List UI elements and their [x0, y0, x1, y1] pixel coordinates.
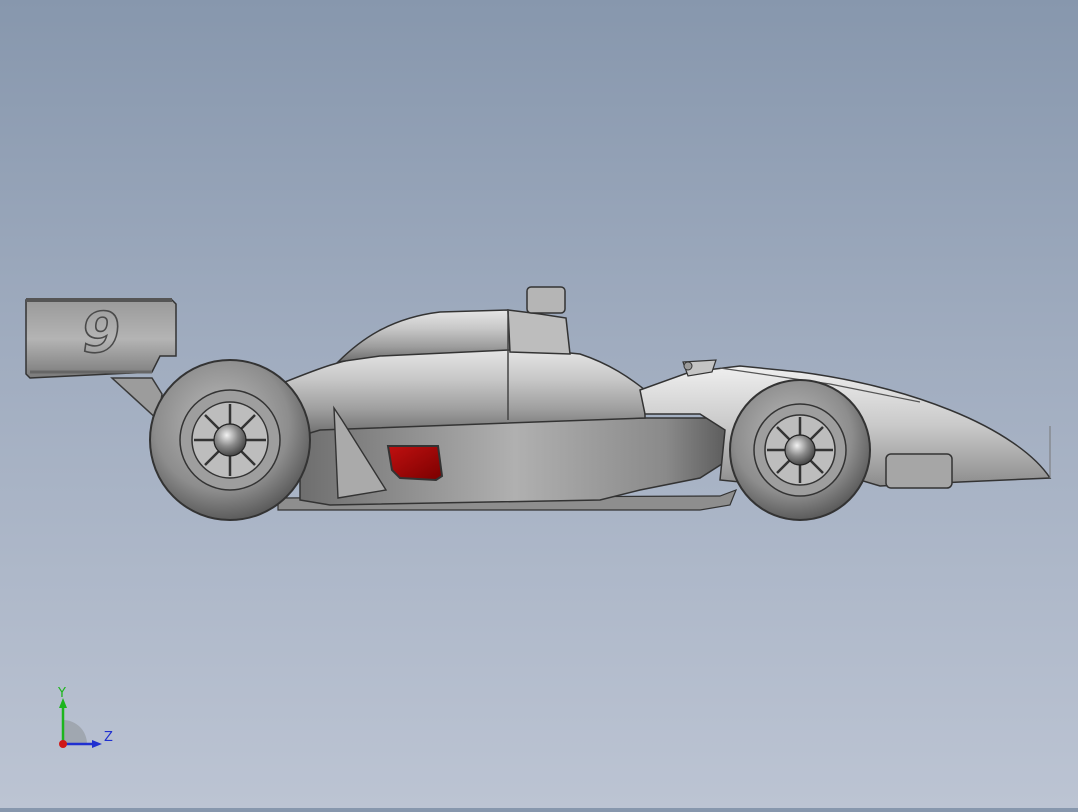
roll-hoop [526, 286, 566, 314]
z-axis-label: Z [104, 730, 113, 745]
rear-wheel[interactable] [149, 359, 311, 521]
x-axis-dot [59, 740, 67, 748]
front-wheel[interactable] [729, 379, 871, 521]
graphics-viewport[interactable]: 9 [0, 0, 1078, 808]
side-intake [386, 445, 444, 482]
front-wing-endplate [885, 453, 953, 489]
car-model-view[interactable]: 9 [0, 0, 1078, 808]
y-axis-label: Y [58, 686, 66, 701]
rear-wing[interactable]: 9 [25, 298, 177, 422]
rear-hub [213, 423, 247, 457]
front-hub [784, 434, 816, 466]
reference-triad: Y Z [40, 684, 130, 760]
